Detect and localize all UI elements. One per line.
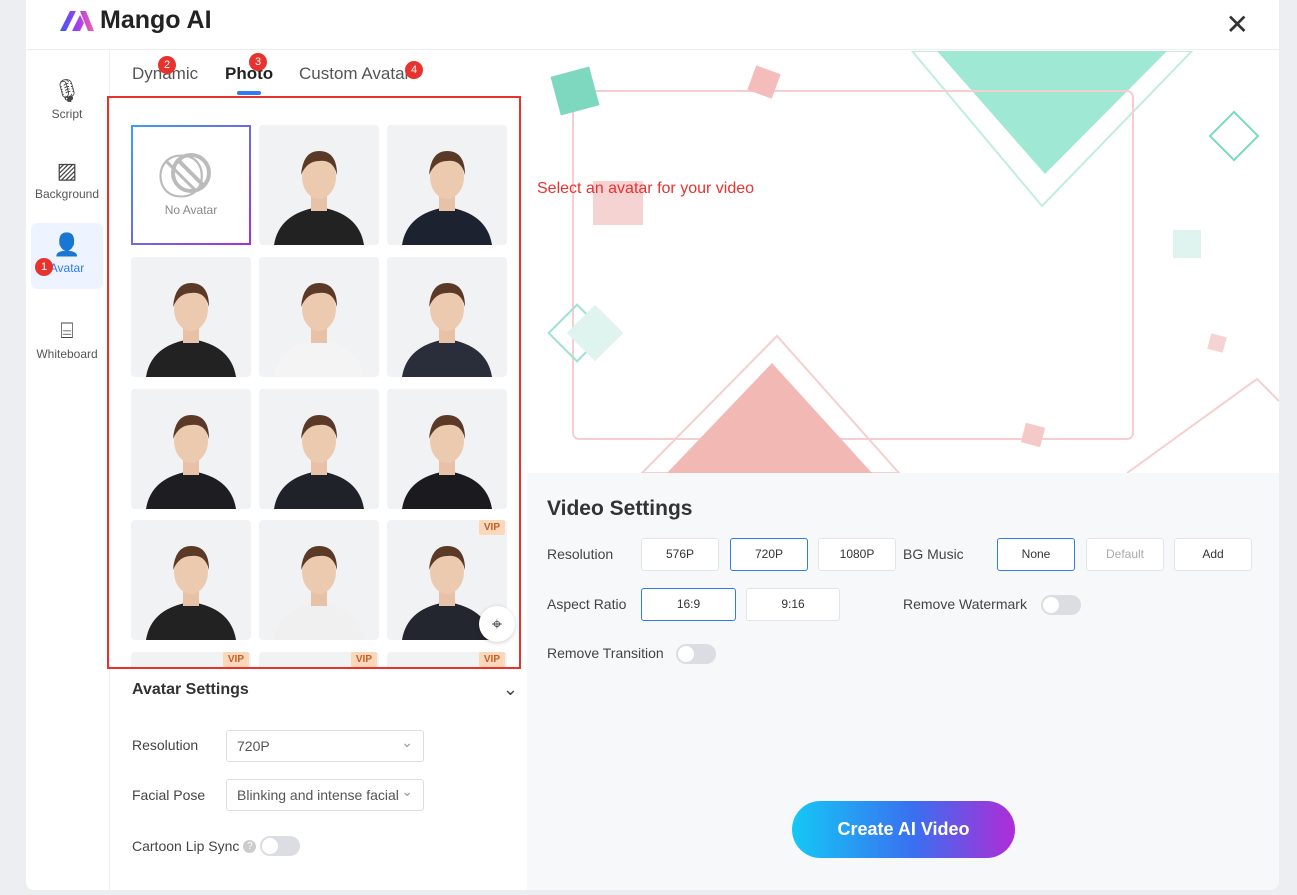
avatar-option[interactable] [131,520,251,640]
avatar-portrait [274,415,364,509]
step-badge: 3 [249,53,267,71]
sidebar-item-label: Script [51,107,83,121]
avatar-portrait [274,151,364,245]
remove-watermark-label: Remove Watermark [903,596,1027,612]
aspect-ratio-label: Aspect Ratio [547,596,627,612]
avatar-option[interactable]: VIP [259,652,379,667]
resolution-576p-button[interactable]: 576P [641,538,719,571]
avatar-portrait [402,415,492,509]
chevron-down-icon[interactable]: ⌄ [503,679,518,700]
remove-transition-toggle[interactable] [676,644,716,664]
preview-hint: Select an avatar for your video [537,180,755,197]
tab-custom-avatar[interactable]: Custom Avatar [299,64,410,84]
app-title: Mango AI [100,6,212,34]
background-icon: ▨ [56,158,78,183]
avatar-option[interactable] [387,125,507,245]
header: Mango AI ✕ [26,0,1279,50]
avatar-option[interactable]: VIP [131,652,251,667]
help-icon[interactable]: ? [243,839,257,853]
tab-photo[interactable]: Photo [225,64,273,95]
avatar-settings: Avatar Settings ⌄ Resolution 720P Facial… [132,679,518,856]
create-ai-video-button[interactable]: Create AI Video [792,801,1015,858]
avatar-icon: 👤 [53,232,81,257]
whiteboard-icon: ⌸ [60,318,74,343]
video-preview: Select an avatar for your video [527,51,1279,473]
avatar-grid: ⃠ No Avatar VIP VIP VIP VIP ⌖ [107,96,521,669]
logo: Mango AI [58,6,212,35]
avatar-option[interactable]: VIP [387,652,507,667]
close-icon[interactable]: ✕ [1226,8,1249,41]
video-settings: Video Settings Resolution 576P 720P 1080… [527,473,1279,890]
facial-pose-select[interactable]: Blinking and intense facial [226,779,424,811]
avatar-portrait [402,283,492,377]
sidebar-item-label: Avatar [49,261,85,275]
sidebar-item-label: Background [34,187,100,201]
bg-music-none-button[interactable]: None [997,538,1075,571]
avatar-option[interactable] [259,257,379,377]
step-badge: 2 [158,56,176,74]
sidebar-item-background[interactable]: ▨ Background [31,149,103,215]
cartoon-lip-sync-toggle[interactable] [260,836,301,856]
vip-badge: VIP [478,520,505,535]
avatar-option[interactable] [259,389,379,509]
cartoon-lip-sync-label: Cartoon Lip Sync [132,838,240,854]
preview-decoration [547,51,1279,473]
avatar-portrait [274,283,364,377]
aspect-9-16-button[interactable]: 9:16 [746,588,840,621]
video-settings-title: Video Settings [547,497,693,520]
create-video-modal: Mango AI ✕ 🎙 Script ▨ Background 👤 Avatar ⌸… [26,0,1279,890]
remove-watermark-toggle[interactable] [1041,595,1081,615]
avatar-option[interactable] [131,389,251,509]
vip-badge: VIP [222,652,249,667]
bg-music-add-button[interactable]: Add [1174,538,1252,571]
mango-logo-icon [60,10,94,31]
avatar-portrait [274,546,364,640]
avatar-option[interactable] [387,389,507,509]
facial-pose-label: Facial Pose [132,787,206,803]
sidebar-item-whiteboard[interactable]: ⌸ Whiteboard [31,309,103,375]
microphone-script-icon: 🎙 [53,78,81,103]
avatar-option[interactable] [387,257,507,377]
avatar-portrait [402,151,492,245]
step-badge: 1 [35,258,53,276]
vip-badge: VIP [350,652,377,667]
avatar-resolution-select[interactable]: 720P [226,730,424,762]
avatar-option[interactable] [259,125,379,245]
avatar-settings-title: Avatar Settings [132,681,249,698]
sidebar-item-avatar[interactable]: 👤 Avatar [31,223,103,289]
remove-transition-label: Remove Transition [547,645,664,661]
avatar-resolution-label: Resolution [132,737,199,753]
avatar-portrait [146,415,236,509]
aspect-16-9-button[interactable]: 16:9 [641,588,736,621]
no-avatar-label: No Avatar [164,203,218,217]
resolution-1080p-button[interactable]: 1080P [818,538,896,571]
bg-music-default-button[interactable]: Default [1086,538,1164,571]
step-badge: 4 [405,61,423,79]
locate-icon[interactable]: ⌖ [479,606,515,642]
no-avatar-option[interactable]: ⃠ No Avatar [131,125,251,245]
prohibited-circle-icon [171,153,211,193]
resolution-label: Resolution [547,546,614,562]
avatar-portrait [146,546,236,640]
avatar-option[interactable] [131,257,251,377]
avatar-option[interactable] [259,520,379,640]
bg-music-label: BG Music [903,546,964,562]
sidebar: 🎙 Script ▨ Background 👤 Avatar ⌸ Whiteboard [26,51,110,890]
vip-badge: VIP [478,652,505,667]
resolution-720p-button[interactable]: 720P [730,538,808,571]
avatar-portrait [146,283,236,377]
sidebar-item-label: Whiteboard [36,347,98,361]
sidebar-item-script[interactable]: 🎙 Script [31,69,103,135]
